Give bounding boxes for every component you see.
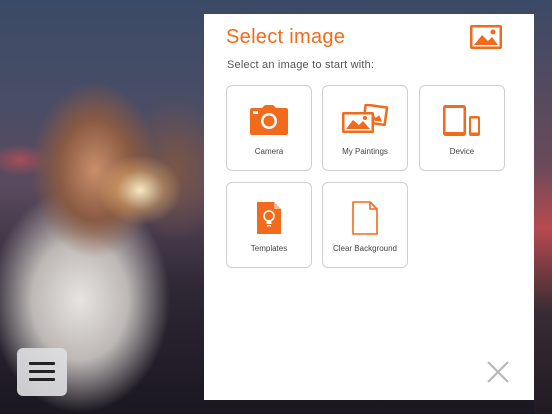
my-paintings-option-label: My Paintings	[342, 147, 388, 156]
template-icon	[257, 202, 281, 234]
paintings-icon	[342, 104, 389, 133]
dialog-subtitle: Select an image to start with:	[227, 59, 375, 71]
templates-option[interactable]: Templates	[226, 182, 312, 268]
templates-option-label: Templates	[250, 244, 288, 253]
menu-button[interactable]	[17, 348, 67, 396]
clear-background-option-label: Clear Background	[332, 244, 398, 253]
camera-option-label: Camera	[254, 147, 284, 156]
device-option[interactable]: Device	[419, 85, 505, 171]
image-icon	[470, 25, 502, 49]
select-image-dialog: Select image Select an image to start wi…	[204, 14, 534, 400]
clear-background-option[interactable]: Clear Background	[322, 182, 408, 268]
close-icon[interactable]	[484, 358, 512, 386]
dialog-title: Select image	[226, 26, 346, 48]
device-option-label: Device	[449, 147, 475, 156]
camera-icon	[250, 105, 288, 135]
blank-page-icon	[352, 201, 378, 235]
camera-option[interactable]: Camera	[226, 85, 312, 171]
background-photo-edge	[534, 0, 552, 414]
my-paintings-option[interactable]: My Paintings	[322, 85, 408, 171]
device-icon	[443, 105, 480, 136]
